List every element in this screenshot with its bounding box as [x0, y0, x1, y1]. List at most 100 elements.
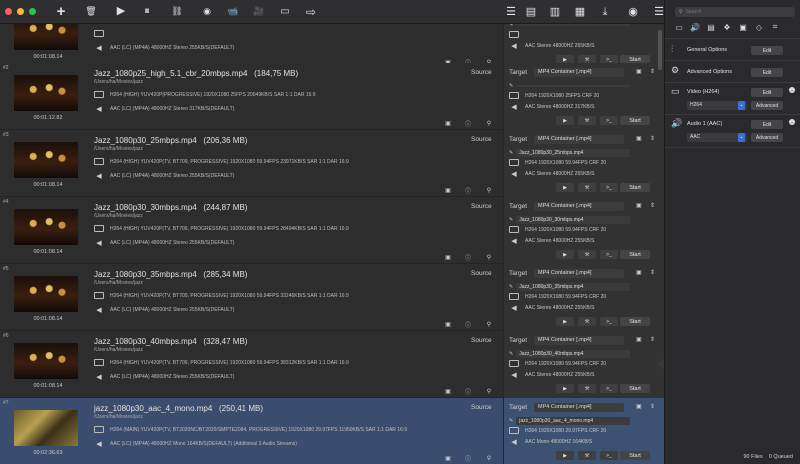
job-row[interactable]: #5 00:01:08.14 Jazz_1080p30_35mbps.mp4 (28…: [0, 264, 664, 331]
info-icon[interactable]: ⓘ: [463, 118, 473, 128]
copy-icon[interactable]: ▣: [443, 118, 453, 128]
terminal-button[interactable]: >_: [600, 384, 618, 393]
container-select[interactable]: MP4 Container [.mp4]: [534, 135, 624, 144]
info-icon[interactable]: ⓘ: [463, 453, 473, 463]
info-icon[interactable]: ⓘ: [463, 386, 473, 396]
video-edit-button[interactable]: Edit: [751, 88, 783, 97]
chip-icon[interactable]: ▣: [737, 22, 749, 32]
search-icon[interactable]: ⚲: [484, 453, 494, 463]
target-copy-icon[interactable]: ▣: [636, 403, 642, 410]
add-icon[interactable]: +: [52, 3, 70, 21]
container-select[interactable]: MP4 Container [.mp4]: [534, 202, 624, 211]
video-thumbnail[interactable]: [14, 24, 78, 50]
search-icon[interactable]: ⚲: [484, 386, 494, 396]
target-name-field[interactable]: Jazz_1080p30_25mbps.mp4: [516, 148, 631, 157]
start-button[interactable]: Start: [620, 451, 650, 460]
pencil-icon[interactable]: ✎: [509, 83, 513, 89]
job-row[interactable]: #4 00:01:08.14 Jazz_1080p30_30mbps.mp4 (24…: [0, 197, 664, 264]
camera-icon[interactable]: 📹: [224, 3, 242, 21]
download-icon[interactable]: ⤓: [596, 3, 614, 21]
pencil-icon[interactable]: ✎: [509, 24, 513, 28]
target-copy-icon[interactable]: ▣: [636, 202, 642, 209]
wrench-button[interactable]: ⚒: [578, 116, 596, 125]
terminal-button[interactable]: >_: [600, 250, 618, 259]
wrench-button[interactable]: ⚒: [578, 317, 596, 326]
target-name-field[interactable]: [516, 84, 631, 87]
crop-icon[interactable]: ⌗: [769, 22, 781, 32]
target-copy-icon[interactable]: ▣: [636, 135, 642, 142]
container-select[interactable]: MP4 Container [.mp4]: [534, 269, 624, 278]
preview-play-button[interactable]: ▶: [556, 183, 574, 192]
table-icon[interactable]: ▦: [571, 3, 589, 21]
target-copy-icon[interactable]: ▣: [636, 336, 642, 343]
zoom-window-button[interactable]: [29, 8, 36, 15]
video-thumbnail[interactable]: [14, 410, 78, 446]
copy-icon[interactable]: ▣: [443, 319, 453, 329]
target-name-field[interactable]: Jazz_1080p30_35mbps.mp4: [516, 282, 631, 291]
package-icon[interactable]: ❖: [721, 22, 733, 32]
circle-icon[interactable]: ◉: [198, 3, 216, 21]
video-codec-select[interactable]: H264 ⌄: [687, 101, 747, 110]
pencil-icon[interactable]: ✎: [509, 284, 513, 290]
trash-icon[interactable]: 🗑: [82, 3, 100, 21]
wrench-button[interactable]: ⚒: [578, 250, 596, 259]
pause-icon[interactable]: ⏸: [138, 3, 156, 21]
pencil-icon[interactable]: ✎: [509, 217, 513, 223]
video-thumbnail[interactable]: [14, 276, 78, 312]
container-dropdown-icon[interactable]: ⇕: [650, 403, 655, 410]
info-icon[interactable]: ⓘ: [463, 319, 473, 329]
preview-play-button[interactable]: ▶: [556, 384, 574, 393]
target-name-field[interactable]: jazz_1080p30_aac_4_mono.mp4: [516, 416, 631, 425]
pencil-icon[interactable]: ✎: [509, 351, 513, 357]
video-remove-icon[interactable]: ×: [789, 87, 795, 93]
terminal-button[interactable]: >_: [600, 451, 618, 460]
container-dropdown-icon[interactable]: ⇕: [650, 336, 655, 343]
audio-settings-icon[interactable]: 🔊: [689, 22, 701, 32]
preview-play-button[interactable]: ▶: [556, 451, 574, 460]
camera-alt-icon[interactable]: 🎥: [250, 3, 268, 21]
search-icon[interactable]: ⚲: [484, 185, 494, 195]
target-copy-icon[interactable]: ▣: [636, 269, 642, 276]
start-button[interactable]: Start: [620, 116, 650, 125]
terminal-button[interactable]: >_: [600, 116, 618, 125]
close-window-button[interactable]: [5, 8, 12, 15]
target-name-field[interactable]: [516, 24, 631, 26]
terminal-button[interactable]: >_: [600, 317, 618, 326]
list-alt-icon[interactable]: ▤: [522, 3, 540, 21]
info-icon[interactable]: ⓘ: [463, 185, 473, 195]
video-thumbnail[interactable]: [14, 343, 78, 379]
audio-remove-icon[interactable]: ×: [789, 119, 795, 125]
audio-codec-select[interactable]: AAC ⌄: [687, 133, 747, 142]
copy-icon[interactable]: ▣: [443, 453, 453, 463]
wrench-button[interactable]: ⚒: [578, 384, 596, 393]
link-icon[interactable]: ⛓: [168, 3, 186, 21]
minimize-window-button[interactable]: [17, 8, 24, 15]
start-button[interactable]: Start: [620, 250, 650, 259]
search-input[interactable]: [685, 9, 786, 15]
audio-edit-button[interactable]: Edit: [751, 120, 783, 129]
copy-icon[interactable]: ▣: [443, 386, 453, 396]
container-dropdown-icon[interactable]: ⇕: [650, 68, 655, 75]
container-dropdown-icon[interactable]: ⇕: [650, 269, 655, 276]
wrench-button[interactable]: ⚒: [578, 183, 596, 192]
collapse-arrow-icon[interactable]: [657, 358, 664, 370]
play-icon[interactable]: ▶: [112, 3, 130, 21]
start-button[interactable]: Start: [620, 317, 650, 326]
tag-icon[interactable]: ◇: [753, 22, 765, 32]
wrench-button[interactable]: ⚒: [578, 451, 596, 460]
pencil-icon[interactable]: ✎: [509, 150, 513, 156]
subtitle-icon[interactable]: ▤: [705, 22, 717, 32]
target-copy-icon[interactable]: ▣: [636, 68, 642, 75]
start-button[interactable]: Start: [620, 384, 650, 393]
container-select[interactable]: MP4 Container [.mp4]: [534, 336, 624, 345]
pencil-icon[interactable]: ✎: [509, 418, 513, 424]
copy-icon[interactable]: ▣: [443, 185, 453, 195]
job-row[interactable]: #6 00:01:08.14 Jazz_1080p30_40mbps.mp4 (32…: [0, 331, 664, 398]
search-icon[interactable]: ⚲: [484, 118, 494, 128]
job-row[interactable]: #3 00:01:08.14 Jazz_1080p30_25mbps.mp4 (20…: [0, 130, 664, 197]
preview-play-button[interactable]: ▶: [556, 116, 574, 125]
copy-icon[interactable]: ▣: [443, 252, 453, 262]
job-row[interactable]: #7 00:02:36.63 jazz_1080p30_aac_4_mono.mp4…: [0, 398, 664, 464]
search-icon[interactable]: ⚲: [484, 319, 494, 329]
video-thumbnail[interactable]: [14, 142, 78, 178]
